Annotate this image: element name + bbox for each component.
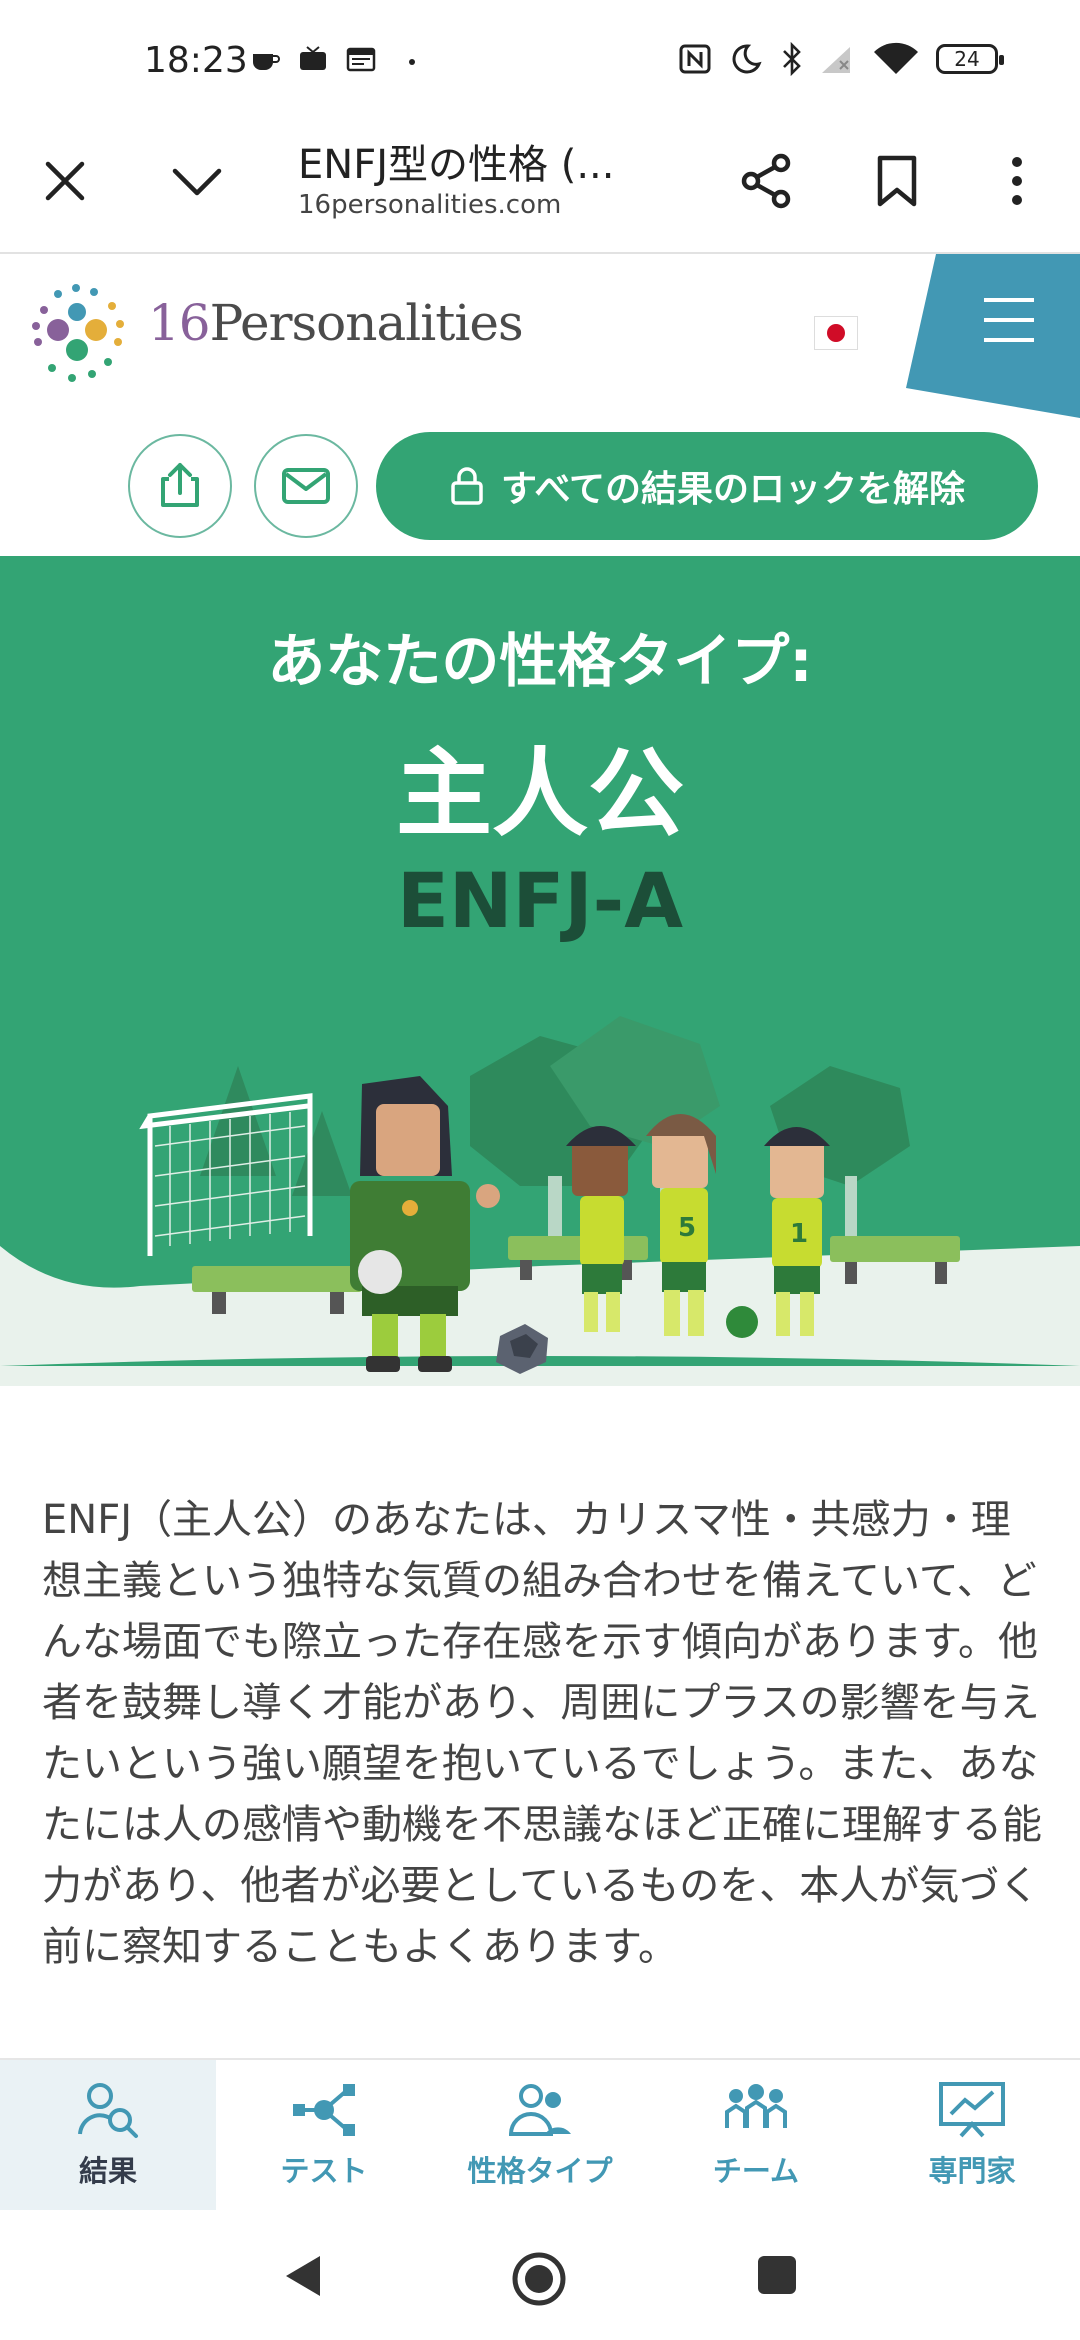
personality-description: ENFJ（主人公）のあなたは、カリスマ性・共感力・理想主義という独特な気質の組み… [42, 1497, 1042, 1970]
logo-icon[interactable] [24, 280, 134, 390]
status-time: 18:23 [144, 40, 248, 81]
more-vertical-icon [1012, 157, 1022, 205]
mail-icon [282, 468, 330, 504]
upload-share-icon [161, 463, 199, 507]
svg-text:5: 5 [678, 1213, 696, 1243]
bookmark-button[interactable] [852, 136, 942, 226]
professionals-icon [939, 2082, 1005, 2138]
wifi-icon [874, 42, 918, 74]
minimize-button[interactable] [152, 136, 242, 226]
email-result-button[interactable] [254, 434, 358, 538]
teams-icon [725, 2084, 787, 2128]
tab-personality-types[interactable]: 性格タイプ [432, 2060, 648, 2212]
moon-icon [732, 44, 762, 74]
lock-icon [451, 467, 483, 505]
results-icon [78, 2083, 138, 2138]
personality-name: 主人公 [396, 738, 684, 850]
signal-icon [822, 47, 850, 73]
recents-icon[interactable] [756, 2254, 798, 2296]
page-title: ENFJ型の性格 (... [298, 142, 615, 188]
hero-subtitle: あなたの性格タイプ: [267, 627, 813, 695]
site-header: 16Personalities すべての結果のロックを解除 [0, 254, 1080, 554]
chevron-down-icon [172, 168, 222, 196]
overflow-menu-button[interactable] [972, 136, 1062, 226]
personality-types-icon [508, 2084, 571, 2136]
tab-professionals[interactable]: 専門家 [864, 2060, 1080, 2212]
soccer-team-illustration: 5 1 [0, 1016, 1080, 1386]
browser-toolbar: ENFJ型の性格 (... 16personalities.com [0, 112, 1080, 254]
close-tab-button[interactable] [20, 136, 110, 226]
menu-button[interactable] [906, 254, 1080, 418]
tab-results[interactable]: 結果 [0, 2060, 216, 2212]
logo-word: Personalities [209, 294, 524, 352]
bluetooth-icon [783, 42, 801, 76]
tab-personality-types-label: 性格タイプ [467, 2154, 613, 2188]
home-icon[interactable] [510, 2250, 568, 2308]
language-flag-button[interactable] [814, 316, 858, 350]
nfc-icon [679, 44, 711, 74]
unlock-all-results-button[interactable]: すべての結果のロックを解除 [376, 432, 1038, 540]
battery-indicator: 24 [936, 44, 1004, 74]
system-navigation-bar [0, 2210, 1080, 2340]
result-hero: あなたの性格タイプ: 主人公 ENFJ-A 5 1 [0, 556, 1080, 1386]
test-icon [293, 2084, 355, 2136]
svg-text:1: 1 [790, 1219, 808, 1249]
tab-test[interactable]: テスト [216, 2060, 432, 2212]
share-button[interactable] [722, 136, 812, 226]
back-icon[interactable] [280, 2252, 324, 2300]
personality-code: ENFJ-A [396, 856, 684, 945]
share-icon [741, 153, 791, 209]
tab-teams[interactable]: チーム [648, 2060, 864, 2212]
page-url: 16personalities.com [298, 190, 562, 220]
tab-professionals-label: 専門家 [928, 2154, 1016, 2188]
logo-wordmark[interactable]: 16Personalities [148, 294, 524, 352]
bottom-tab-bar: 結果 テスト 性格タイプ チーム 専門家 [0, 2058, 1080, 2212]
tv-icon [300, 46, 326, 70]
close-icon [45, 161, 85, 201]
logo-number: 16 [148, 294, 211, 352]
tab-teams-label: チーム [712, 2154, 800, 2188]
dot-icon [409, 59, 415, 65]
calendar-icon [346, 47, 376, 72]
bookmark-icon [877, 155, 917, 207]
unlock-label: すべての結果のロックを解除 [500, 469, 966, 510]
cup-icon [253, 54, 280, 70]
tab-test-label: テスト [280, 2154, 368, 2188]
status-bar: 18:23 24 [0, 0, 1080, 112]
japan-flag-icon [827, 324, 845, 342]
share-result-button[interactable] [128, 434, 232, 538]
tab-results-label: 結果 [78, 2154, 137, 2188]
